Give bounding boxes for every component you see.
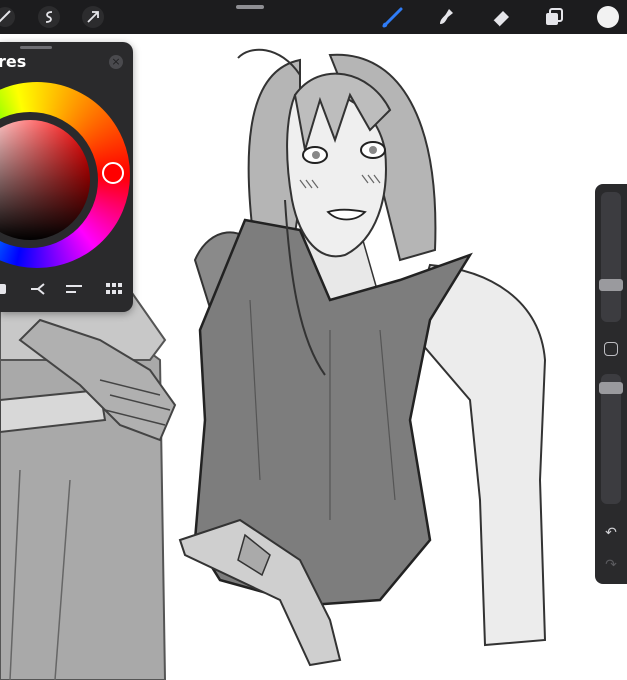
brush-size-slider[interactable]: [599, 279, 623, 291]
colors-panel-title: res: [0, 52, 27, 71]
opacity-slider[interactable]: [599, 382, 623, 394]
smudge-icon[interactable]: [433, 5, 459, 29]
transform-icon[interactable]: [82, 6, 104, 28]
colors-panel[interactable]: res ×: [0, 42, 133, 312]
close-icon[interactable]: ×: [109, 55, 123, 69]
palettes-tab-icon[interactable]: [104, 281, 124, 297]
colors-panel-grabber[interactable]: [20, 46, 52, 49]
harmony-tab-icon[interactable]: [28, 281, 48, 297]
top-toolbar: [0, 0, 627, 34]
undo-button[interactable]: ↶: [601, 524, 621, 542]
modify-button[interactable]: [604, 342, 618, 356]
disc-tab-icon[interactable]: [0, 281, 14, 297]
eraser-icon[interactable]: [488, 5, 514, 29]
layers-icon[interactable]: [541, 5, 567, 29]
value-tab-icon[interactable]: [64, 281, 84, 297]
color-mode-tabs: [0, 274, 133, 304]
brush-size-track[interactable]: [601, 192, 621, 322]
side-toolbar: ↶ ↷: [595, 184, 627, 584]
toolbar-grabber[interactable]: [236, 5, 264, 9]
brush-icon[interactable]: [380, 5, 406, 29]
hue-picker-knob[interactable]: [102, 162, 124, 184]
adjustments-icon[interactable]: [0, 5, 18, 29]
selection-icon[interactable]: [38, 6, 60, 28]
current-color-swatch[interactable]: [597, 6, 619, 28]
redo-button[interactable]: ↷: [601, 556, 621, 574]
